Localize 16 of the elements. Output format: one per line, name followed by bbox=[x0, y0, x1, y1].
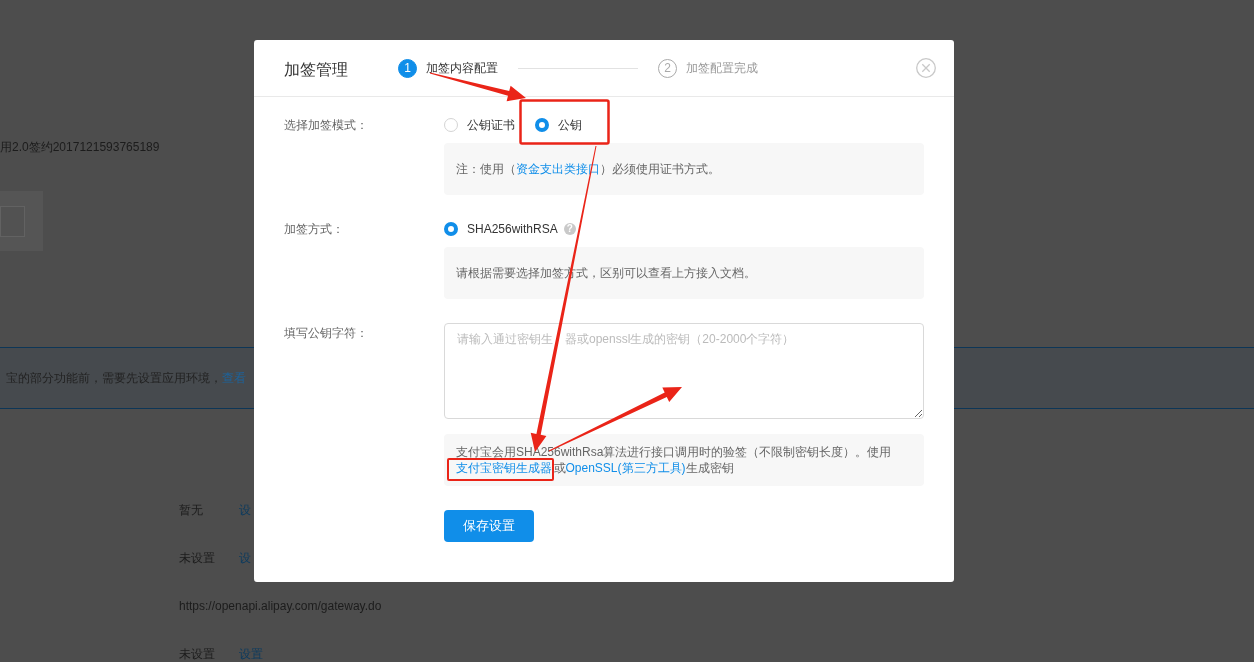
close-icon[interactable] bbox=[916, 58, 936, 78]
field-label: 填写公钥字符： bbox=[284, 325, 368, 342]
note-text: 支付宝会用SHA256withRsa算法进行接口调用时的验签（不限制密钥长度）。使用 支付宝密钥生成器 或OpenSSL(第三方工具)生成密钥 bbox=[445, 437, 923, 483]
radio-option[interactable]: 公钥 bbox=[535, 117, 582, 133]
text-link[interactable]: OpenSSL(第三方工具) bbox=[565, 460, 686, 475]
field-label: 加签方式： bbox=[284, 221, 344, 238]
save-button[interactable]: 保存设置 bbox=[444, 510, 534, 542]
field-label: 选择加签模式： bbox=[284, 117, 368, 134]
step-label: 加签配置完成 bbox=[686, 60, 758, 76]
step-number: 1 bbox=[398, 58, 417, 78]
radio-option[interactable]: SHA256withRSA bbox=[444, 221, 558, 237]
dialog-title: 加签管理 bbox=[284, 59, 348, 80]
radio-option[interactable]: 公钥证书 bbox=[444, 117, 515, 133]
text-link[interactable]: 支付宝密钥生成器 bbox=[447, 458, 554, 481]
public-key-field[interactable]: 请输入通过密钥生 器或openssl生成的密钥（20-2000个字符） bbox=[444, 323, 924, 419]
step-label: 加签内容配置 bbox=[426, 60, 498, 76]
